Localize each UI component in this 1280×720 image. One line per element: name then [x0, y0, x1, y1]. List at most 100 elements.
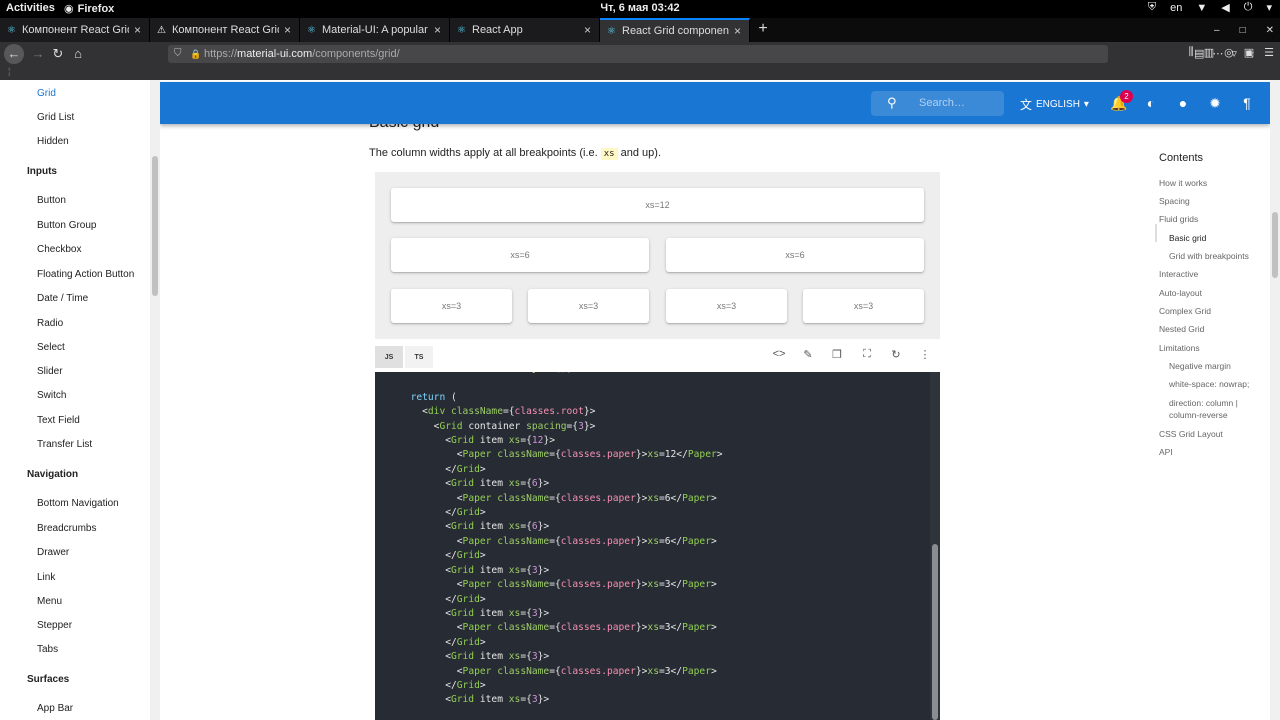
lock-icon[interactable]: 🔒: [190, 45, 201, 63]
search-input[interactable]: ⚲ Search…: [871, 91, 1004, 116]
sidebar-item-button[interactable]: Button: [37, 195, 66, 206]
sidebar-section-inputs[interactable]: Inputs: [27, 166, 57, 177]
text-direction-icon[interactable]: ¶: [1238, 95, 1256, 111]
ts-tab[interactable]: TS: [405, 346, 433, 368]
scrollbar-thumb[interactable]: [152, 156, 158, 296]
language-button[interactable]: 文 ENGLISH ▾: [1020, 96, 1089, 113]
app-bar: ⚲ Search… 文 ENGLISH ▾ 🔔 2 ◐ ● ✹ ¶: [160, 82, 1270, 124]
toc-title: Contents: [1159, 152, 1204, 164]
sidebar-item-bottom-navigation[interactable]: Bottom Navigation: [37, 498, 119, 509]
sidebar-item-transfer-list[interactable]: Transfer List: [37, 439, 92, 450]
close-window-button[interactable]: ✕: [1266, 25, 1274, 36]
toc-item[interactable]: Negative margin: [1169, 361, 1231, 371]
browser-tab-4[interactable]: ⚛ React App ×: [450, 18, 600, 42]
sidebar-item-slider[interactable]: Slider: [37, 366, 63, 377]
maximize-button[interactable]: □: [1240, 25, 1246, 36]
toc-item[interactable]: Auto-layout: [1159, 288, 1202, 298]
github-icon[interactable]: ●: [1174, 95, 1192, 111]
fullscreen-icon[interactable]: ⛶: [859, 348, 875, 361]
code-scrollbar[interactable]: [930, 372, 940, 720]
keyboard-layout[interactable]: en: [1170, 2, 1182, 14]
toc-item[interactable]: Nested Grid: [1159, 324, 1204, 334]
close-icon[interactable]: ×: [134, 23, 141, 37]
code-icon[interactable]: <>: [771, 348, 787, 360]
browser-tab-2[interactable]: ⚠ Компонент React Grid ×: [150, 18, 300, 42]
toc-item[interactable]: direction: column |: [1169, 398, 1238, 408]
reset-icon[interactable]: ↻: [888, 348, 904, 361]
toolbar-right-icons: ⫼ ▥ ◎ ▣ ☰: [1189, 46, 1274, 59]
sidebar-item-radio[interactable]: Radio: [37, 318, 63, 329]
contrast-icon[interactable]: ◐: [1142, 95, 1160, 111]
home-button[interactable]: ⌂: [68, 44, 88, 64]
clock[interactable]: Чт, 6 мая 03:42: [0, 2, 1280, 14]
close-icon[interactable]: ×: [434, 23, 441, 37]
reload-button[interactable]: ↻: [48, 44, 68, 64]
toc-item[interactable]: CSS Grid Layout: [1159, 429, 1223, 439]
sidebar-scrollbar[interactable]: [150, 80, 160, 720]
sidebar-item-button-group[interactable]: Button Group: [37, 220, 96, 231]
edit-icon[interactable]: ✎: [800, 348, 816, 361]
theme-toggle-icon[interactable]: ✹: [1206, 95, 1224, 112]
power-icon: ⏻: [1243, 1, 1253, 13]
toc-item[interactable]: Spacing: [1159, 196, 1190, 206]
sidebar-section-surfaces[interactable]: Surfaces: [27, 674, 69, 685]
toc-item[interactable]: Complex Grid: [1159, 306, 1211, 316]
back-button[interactable]: ←: [4, 44, 24, 64]
sidebar-item-grid-list[interactable]: Grid List: [37, 112, 74, 123]
browser-tab-1[interactable]: ⚛ Компонент React Grid ×: [0, 18, 150, 42]
sidebar-item-text-field[interactable]: Text Field: [37, 415, 80, 426]
sidebar-item-fab[interactable]: Floating Action Button: [37, 269, 134, 280]
sidebar-item-tabs[interactable]: Tabs: [37, 644, 58, 655]
close-icon[interactable]: ×: [584, 23, 591, 37]
sidebar-item-menu[interactable]: Menu: [37, 596, 62, 607]
more-vert-icon[interactable]: ⋮: [917, 348, 933, 361]
browser-tab-5-active[interactable]: ⚛ React Grid component ×: [600, 18, 750, 42]
code-line: </Grid>: [399, 636, 486, 648]
react-icon: ⚛: [607, 25, 616, 37]
sidebar-item-select[interactable]: Select: [37, 342, 65, 353]
page-scrollbar[interactable]: [1270, 80, 1280, 720]
desc-text-1: The column widths apply at all breakpoin…: [369, 147, 601, 159]
sidebar-toggle-icon[interactable]: ▥: [1204, 46, 1214, 59]
js-tab[interactable]: JS: [375, 346, 403, 368]
sidebar-item-app-bar[interactable]: App Bar: [37, 703, 73, 714]
sidebar-section-navigation[interactable]: Navigation: [27, 469, 78, 480]
sidebar-item-stepper[interactable]: Stepper: [37, 620, 72, 631]
toc-item[interactable]: white-space: nowrap;: [1169, 379, 1249, 389]
shield-icon[interactable]: ⛉: [174, 45, 182, 63]
copy-icon[interactable]: ❐: [829, 348, 845, 361]
toc-item[interactable]: How it works: [1159, 178, 1207, 188]
close-icon[interactable]: ×: [734, 24, 741, 38]
system-tray[interactable]: ⛨ en ▼ ◀ ⏻ ▾: [1148, 1, 1272, 14]
sidebar-item-checkbox[interactable]: Checkbox: [37, 244, 81, 255]
menu-icon[interactable]: ☰: [1264, 46, 1274, 59]
sidebar-item-hidden[interactable]: Hidden: [37, 136, 69, 147]
extension-icon[interactable]: ▣: [1244, 46, 1254, 59]
url-path: /components/grid/: [312, 48, 400, 60]
sidebar-item-grid[interactable]: Grid: [37, 88, 56, 99]
code-line: <Grid item xs={3}>: [399, 694, 550, 706]
toc-item[interactable]: Basic grid: [1169, 233, 1206, 243]
code-line: </Grid>: [399, 593, 486, 605]
sidebar-item-date-time[interactable]: Date / Time: [37, 293, 88, 304]
new-tab-button[interactable]: +: [754, 18, 772, 42]
toc-item[interactable]: Limitations: [1159, 343, 1200, 353]
forward-button[interactable]: →: [28, 44, 48, 64]
toc-item[interactable]: API: [1159, 447, 1173, 457]
scrollbar-thumb[interactable]: [932, 544, 938, 720]
sidebar-item-drawer[interactable]: Drawer: [37, 547, 69, 558]
sidebar-item-link[interactable]: Link: [37, 572, 55, 583]
sidebar-item-switch[interactable]: Switch: [37, 390, 66, 401]
toc-item[interactable]: Interactive: [1159, 269, 1198, 279]
account-icon[interactable]: ◎: [1224, 46, 1234, 59]
toc-item[interactable]: Fluid grids: [1159, 214, 1198, 224]
minimize-button[interactable]: –: [1214, 25, 1220, 36]
scrollbar-thumb[interactable]: [1272, 212, 1278, 278]
toc-item[interactable]: Grid with breakpoints: [1169, 251, 1249, 261]
toc-item[interactable]: column-reverse: [1169, 410, 1228, 420]
url-bar[interactable]: ⛉ 🔒 https://material-ui.com/components/g…: [168, 45, 1255, 63]
browser-tab-3[interactable]: ⚛ Material-UI: A popular ×: [300, 18, 450, 42]
sidebar-item-breadcrumbs[interactable]: Breadcrumbs: [37, 523, 96, 534]
close-icon[interactable]: ×: [284, 23, 291, 37]
library-icon[interactable]: ⫼: [1189, 46, 1194, 59]
